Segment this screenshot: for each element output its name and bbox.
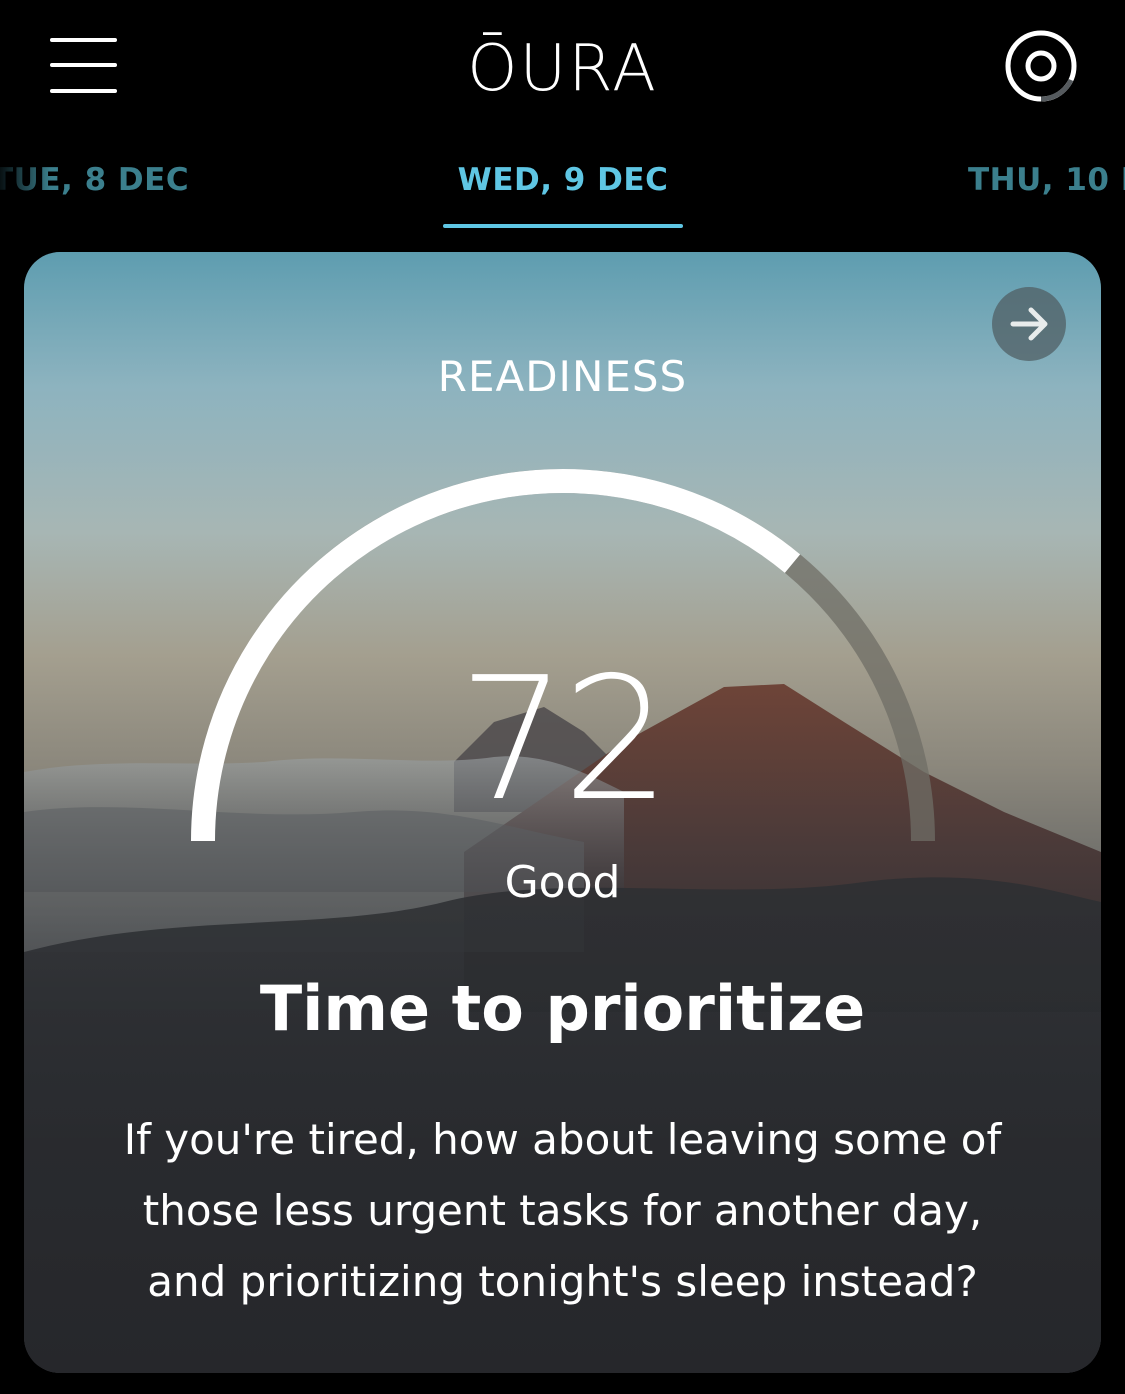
date-tab-next[interactable]: THU, 10 DEC bbox=[968, 162, 1125, 198]
top-header: ŌURA bbox=[0, 0, 1125, 135]
oura-logo: ŌURA bbox=[467, 32, 658, 106]
date-selector: TUE, 8 DEC WED, 9 DEC THU, 10 DEC bbox=[0, 150, 1125, 230]
readiness-score-value: 72 bbox=[458, 641, 670, 839]
readiness-description: If you're tired, how about leaving some … bbox=[123, 1115, 1002, 1306]
app-root: ŌURA TUE, 8 DEC WED, 9 DEC THU, 10 DEC bbox=[0, 0, 1125, 1394]
readiness-card[interactable]: READINESS 72 Good Time to prioritize If … bbox=[24, 252, 1101, 1373]
readiness-headline: Time to prioritize bbox=[259, 972, 866, 1045]
date-tab-previous[interactable]: TUE, 8 DEC bbox=[0, 162, 189, 198]
profile-ring-icon[interactable] bbox=[1005, 30, 1077, 102]
date-tab-current[interactable]: WED, 9 DEC bbox=[443, 162, 683, 198]
active-tab-indicator bbox=[443, 224, 683, 228]
readiness-status-text: Good bbox=[504, 857, 621, 908]
